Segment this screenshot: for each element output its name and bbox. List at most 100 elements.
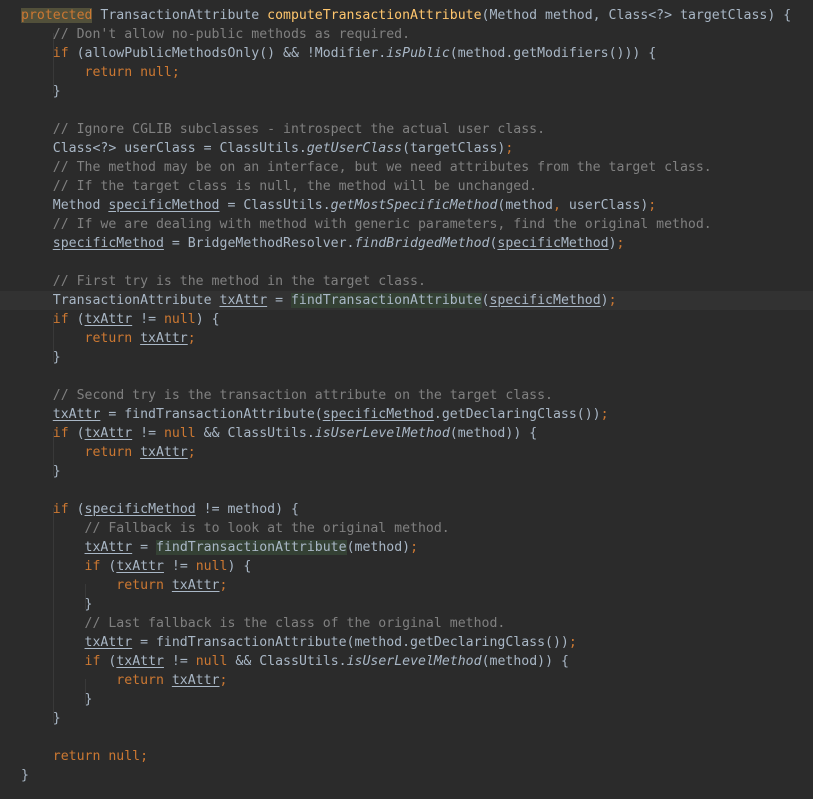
code-token: ; [410, 540, 419, 555]
code-token: specificMethod [497, 236, 609, 251]
code-token: = [132, 540, 156, 555]
code-token: (method)) { [481, 654, 569, 669]
code-token: ) [600, 293, 609, 308]
code-line[interactable] [0, 367, 813, 386]
code-line[interactable]: } [0, 709, 813, 728]
code-line[interactable]: // Don't allow no-public methods as requ… [0, 25, 813, 44]
code-line[interactable]: txAttr = findTransactionAttribute(method… [0, 633, 813, 652]
code-token: (method) [346, 540, 411, 555]
code-token: // If the target class is null, the meth… [52, 179, 538, 194]
code-token: if [84, 559, 101, 574]
code-token: ) [608, 236, 617, 251]
code-line[interactable]: } [0, 690, 813, 709]
code-line[interactable]: Method specificMethod = ClassUtils.getMo… [0, 196, 813, 215]
code-token: != [163, 654, 196, 669]
code-token: ( [100, 654, 117, 669]
code-line[interactable]: Class<?> userClass = ClassUtils.getUserC… [0, 139, 813, 158]
code-line[interactable] [0, 101, 813, 120]
code-token: ; [187, 445, 196, 460]
code-token: ( [68, 426, 85, 441]
code-line[interactable]: } [0, 595, 813, 614]
code-line[interactable]: if (txAttr != null && ClassUtils.isUserL… [0, 424, 813, 443]
code-token: return [116, 578, 172, 593]
code-token: } [21, 692, 93, 707]
code-line[interactable] [0, 728, 813, 747]
code-token: specificMethod [52, 236, 164, 251]
code-line[interactable]: } [0, 348, 813, 367]
code-line[interactable]: if (txAttr != null && ClassUtils.isUserL… [0, 652, 813, 671]
code-line[interactable]: // Ignore CGLIB subclasses - introspect … [0, 120, 813, 139]
code-token: txAttr [116, 559, 164, 574]
code-token: ; [608, 293, 617, 308]
code-line[interactable]: // Second try is the transaction attribu… [0, 386, 813, 405]
code-line[interactable]: return null; [0, 63, 813, 82]
code-token: return [116, 673, 172, 688]
code-line[interactable]: if (txAttr != null) { [0, 310, 813, 329]
code-line[interactable]: // Fallback is to look at the original m… [0, 519, 813, 538]
code-line[interactable] [0, 481, 813, 500]
code-token: ( [68, 502, 85, 517]
code-token: txAttr [84, 635, 133, 650]
code-token: ; [187, 331, 196, 346]
code-token: && ClassUtils. [195, 426, 315, 441]
code-line[interactable]: txAttr = findTransactionAttribute(method… [0, 538, 813, 557]
code-token: protected [21, 8, 93, 23]
code-line[interactable]: if (specificMethod != method) { [0, 500, 813, 519]
code-token: ( [100, 559, 117, 574]
code-line[interactable]: return txAttr; [0, 329, 813, 348]
code-token: findTransactionAttribute [156, 540, 347, 555]
code-token: // The method may be on an interface, bu… [52, 160, 712, 175]
code-line[interactable]: } [0, 82, 813, 101]
code-token: // Second try is the transaction attribu… [52, 388, 553, 403]
code-line[interactable]: // If we are dealing with method with ge… [0, 215, 813, 234]
code-token: txAttr [116, 654, 164, 669]
code-token: userClass) [560, 198, 649, 213]
code-token: != [132, 426, 164, 441]
code-editor[interactable]: protected TransactionAttribute computeTr… [0, 0, 813, 799]
code-line[interactable]: } [0, 766, 813, 785]
code-line[interactable]: return txAttr; [0, 576, 813, 595]
code-token: isUserLevelMethod [346, 654, 482, 669]
code-line[interactable]: // Last fallback is the class of the ori… [0, 614, 813, 633]
code-token: txAttr [140, 445, 188, 460]
code-line[interactable]: if (allowPublicMethodsOnly() && !Modifie… [0, 44, 813, 63]
code-token: specificMethod [489, 293, 601, 308]
code-line[interactable]: return txAttr; [0, 671, 813, 690]
code-line[interactable]: if (txAttr != null) { [0, 557, 813, 576]
code-token: txAttr [171, 578, 220, 593]
code-token: // Ignore CGLIB subclasses - introspect … [52, 122, 546, 137]
code-line[interactable]: // If the target class is null, the meth… [0, 177, 813, 196]
code-token: } [21, 84, 61, 99]
code-line[interactable]: // The method may be on an interface, bu… [0, 158, 813, 177]
code-token: ; [600, 407, 609, 422]
code-line[interactable]: return txAttr; [0, 443, 813, 462]
code-token: Method [21, 198, 109, 213]
code-line[interactable]: // First try is the method in the target… [0, 272, 813, 291]
code-line[interactable]: } [0, 462, 813, 481]
code-line[interactable] [0, 253, 813, 272]
code-token: txAttr [84, 426, 133, 441]
code-token: } [21, 350, 61, 365]
code-token: isUserLevelMethod [314, 426, 450, 441]
code-token: null [195, 559, 228, 574]
code-line[interactable]: TransactionAttribute txAttr = findTransa… [0, 291, 813, 310]
code-line[interactable]: return null; [0, 747, 813, 766]
code-line[interactable]: protected TransactionAttribute computeTr… [0, 6, 813, 25]
code-token: null [163, 426, 196, 441]
code-token: // Last fallback is the class of the ori… [84, 616, 506, 631]
code-token: // If we are dealing with method with ge… [52, 217, 712, 232]
code-token: = findTransactionAttribute(method.getDec… [132, 635, 569, 650]
code-line[interactable]: specificMethod = BridgeMethodResolver.fi… [0, 234, 813, 253]
code-line[interactable]: txAttr = findTransactionAttribute(specif… [0, 405, 813, 424]
